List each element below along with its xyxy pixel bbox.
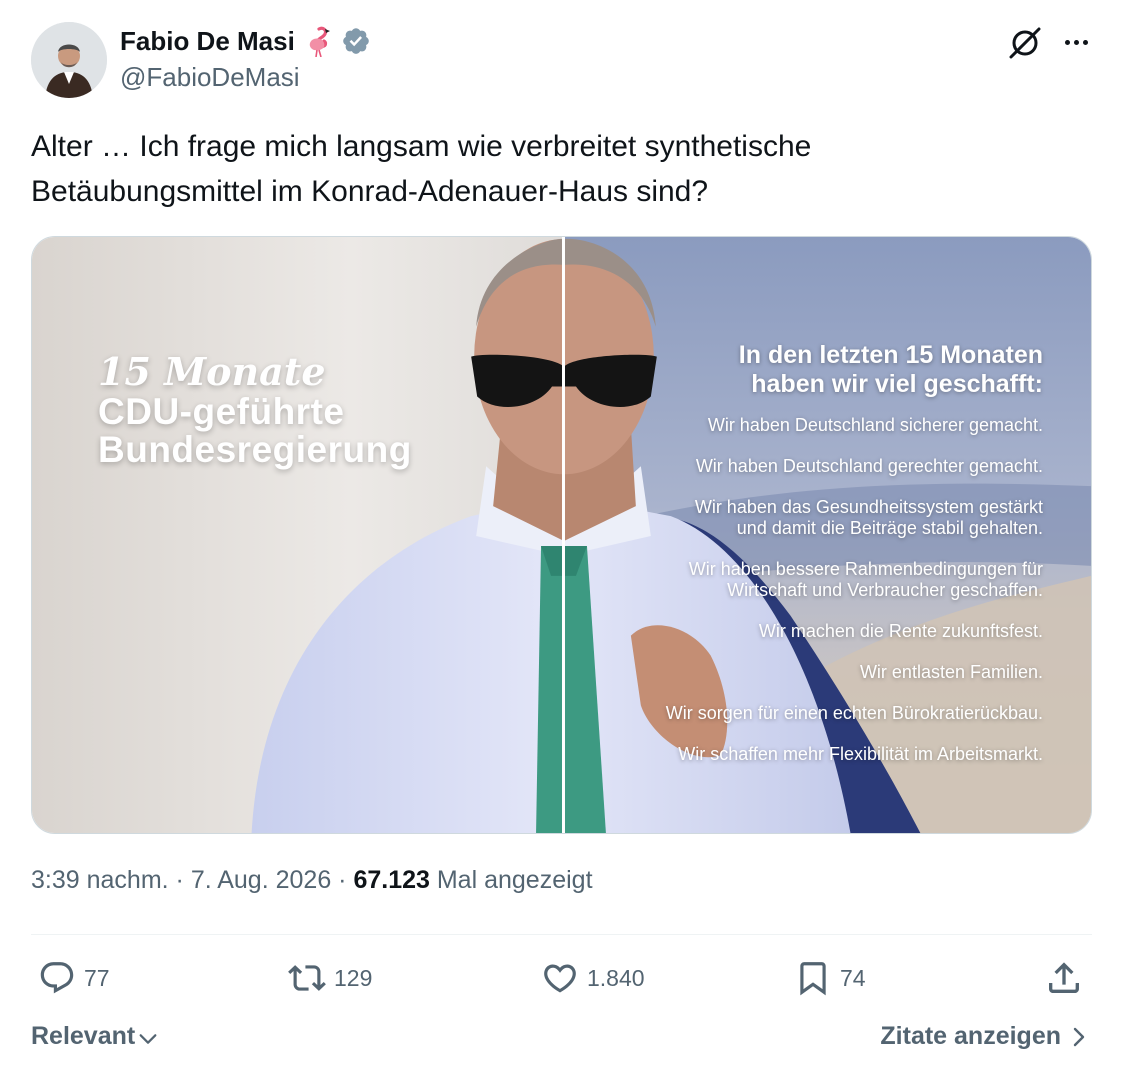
tweet-meta: 3:39 nachm. · 7. Aug. 2026 · 67.123 Mal …	[31, 866, 593, 895]
bookmark-button[interactable]: 74	[794, 956, 866, 1000]
like-button[interactable]: 1.840	[541, 956, 645, 1000]
image-claim-item: Wir machen die Rente zukunftsfest.	[758, 621, 1043, 641]
view-quotes-link[interactable]: Zitate anzeigen	[880, 1022, 1089, 1051]
repost-count: 129	[334, 964, 373, 991]
image-right-heading: In den letzten 15 Monaten haben wir viel…	[583, 341, 1043, 399]
reply-button[interactable]: 77	[38, 956, 110, 1000]
bookmark-icon	[800, 962, 826, 996]
image-claim-item: Wir haben bessere Rahmenbedingungen für …	[688, 559, 1043, 600]
heart-icon	[544, 964, 576, 993]
bookmark-count: 74	[840, 964, 866, 991]
repost-icon	[288, 965, 326, 991]
meta-separator: ·	[168, 866, 191, 894]
sort-replies-dropdown[interactable]: Relevant	[31, 1022, 159, 1051]
tweet-text-line: Betäubungsmittel im Konrad-Adenauer-Haus…	[31, 175, 709, 208]
image-claim-item: Wir haben Deutschland sicherer gemacht.	[707, 415, 1043, 435]
view-count: 67.123	[353, 866, 430, 894]
divider	[31, 934, 1092, 935]
author-name-row[interactable]: Fabio De Masi	[120, 22, 371, 60]
image-right-heading-line: haben wir viel geschafft:	[751, 370, 1043, 398]
image-left-caption-line: Bundesregierung	[98, 429, 412, 470]
chevron-down-icon	[139, 1033, 157, 1044]
sort-label: Relevant	[31, 1022, 136, 1050]
verified-badge-icon[interactable]	[341, 26, 371, 56]
image-claim-item: Wir haben Deutschland gerechter gemacht.	[695, 456, 1043, 476]
image-left-caption-line: CDU-geführte	[98, 391, 345, 432]
tweet-text: Alter … Ich frage mich langsam wie verbr…	[31, 124, 1071, 214]
author-display-name[interactable]: Fabio De Masi	[120, 26, 295, 57]
like-count: 1.840	[587, 964, 645, 991]
image-claim-item: Wir sorgen für einen echten Bürokratierü…	[665, 703, 1043, 723]
image-claim-item: Wir haben das Gesundheitssystem gestärkt…	[694, 497, 1043, 538]
meta-separator: ·	[331, 866, 354, 894]
quotes-label: Zitate anzeigen	[880, 1022, 1061, 1050]
image-right-heading-line: In den letzten 15 Monaten	[738, 341, 1043, 369]
view-count-label: Mal angezeigt	[436, 866, 593, 894]
tweet-text-line: Alter … Ich frage mich langsam wie verbr…	[31, 130, 812, 163]
image-claim-item: Wir schaffen mehr Flexibilität im Arbeit…	[678, 744, 1043, 764]
flamingo-icon	[309, 26, 330, 57]
more-options-icon[interactable]	[1058, 28, 1094, 56]
reply-count: 77	[84, 964, 110, 991]
avatar[interactable]	[31, 22, 107, 98]
repost-button[interactable]: 129	[288, 956, 372, 1000]
tweet-image[interactable]: 15 Monate CDU-geführte Bundesregierung I…	[31, 236, 1092, 834]
tweet-date[interactable]: 7. Aug. 2026	[191, 866, 331, 894]
grok-icon[interactable]	[1006, 24, 1044, 62]
image-right-caption: In den letzten 15 Monaten haben wir viel…	[583, 341, 1043, 785]
tweet-time[interactable]: 3:39 nachm.	[31, 866, 169, 894]
image-left-caption: 15 Monate CDU-geführte Bundesregierung	[98, 351, 412, 469]
share-icon[interactable]	[1044, 958, 1084, 998]
image-left-caption-italic: 15 Monate	[98, 349, 326, 394]
author-handle[interactable]: @FabioDeMasi	[120, 62, 300, 93]
reply-icon	[40, 962, 74, 994]
image-claim-item: Wir entlasten Familien.	[859, 662, 1043, 682]
chevron-right-icon	[1073, 1027, 1085, 1046]
